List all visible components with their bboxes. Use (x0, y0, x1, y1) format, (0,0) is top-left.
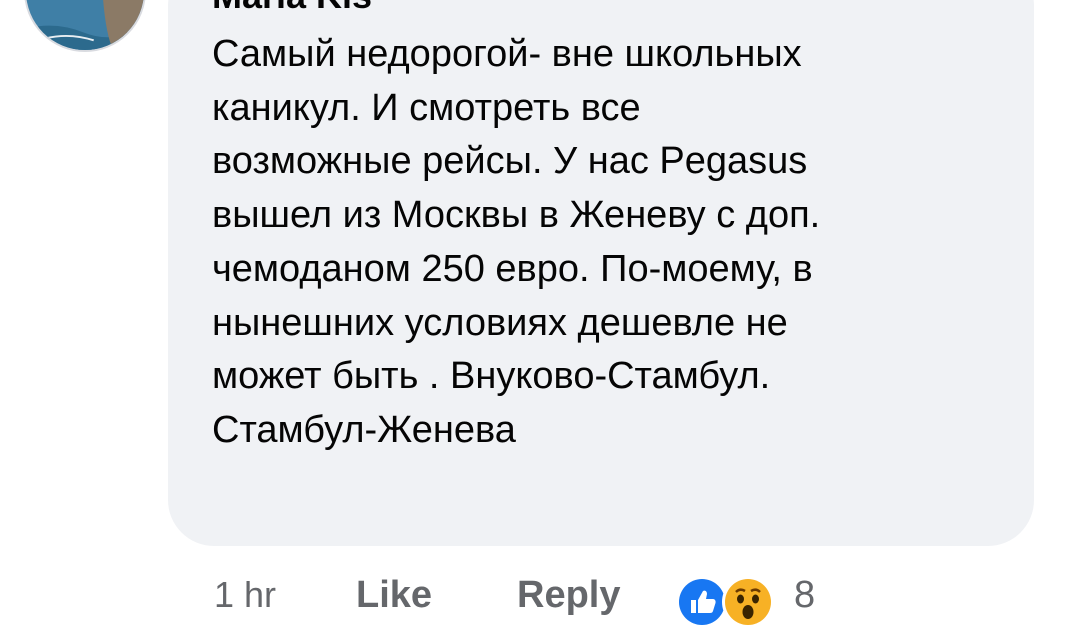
comment-text: Самый недорогой- вне школьных каникул. И… (212, 28, 1012, 458)
avatar-photo (26, 0, 144, 50)
reply-button[interactable]: Reply (517, 574, 620, 617)
comment-line: может быть . Внуково-Стамбул. (212, 355, 771, 398)
comment-line: вышел из Москвы в Женеву с доп. (212, 194, 821, 237)
comment-line: каникул. И смотреть все (212, 86, 641, 129)
comment-author[interactable]: Maria Kis (212, 0, 372, 14)
comment-line: нынешних условиях дешевле не (212, 301, 788, 344)
like-icon (676, 576, 728, 628)
avatar[interactable] (24, 0, 146, 52)
comment-line: чемоданом 250 евро. По-моему, в (212, 247, 813, 290)
comment-view: Maria Kis Самый недорогой- вне школьных … (0, 0, 1080, 634)
comment-timestamp[interactable]: 1 hr (214, 574, 276, 616)
comment-line: Самый недорогой- вне школьных (212, 33, 802, 75)
like-button[interactable]: Like (356, 574, 432, 617)
wow-icon (722, 576, 774, 628)
comment-line: Стамбул-Женева (212, 408, 516, 451)
comment-line: возможные рейсы. У нас Pegasus (212, 140, 808, 183)
comment-actions: 1 hr Like Reply 8 (0, 570, 1080, 630)
reaction-count[interactable]: 8 (794, 574, 815, 617)
